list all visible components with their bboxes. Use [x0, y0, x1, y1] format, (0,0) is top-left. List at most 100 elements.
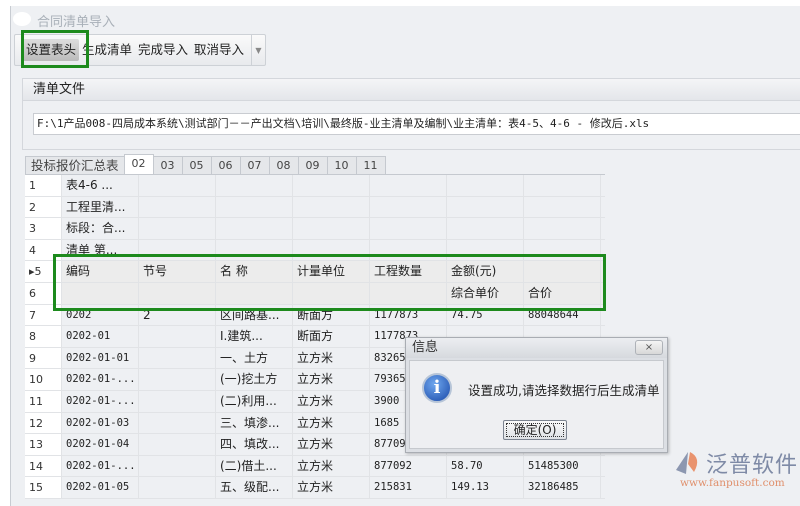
table-cell[interactable]	[447, 218, 524, 239]
table-cell[interactable]: (一)挖土方	[216, 369, 293, 390]
watermark-url: www.fanpusoft.com	[680, 477, 785, 489]
table-cell[interactable]	[524, 196, 601, 218]
tab-07[interactable]: 07	[239, 156, 270, 174]
row-number[interactable]: 3	[25, 218, 62, 239]
tab-03[interactable]: 03	[152, 156, 183, 174]
highlight-box-header-rows	[53, 254, 606, 311]
info-icon: i	[422, 373, 452, 403]
table-cell[interactable]: 0202-01-03	[62, 412, 139, 434]
table-cell[interactable]	[139, 326, 216, 347]
info-dialog: 信息 × i 设置成功,请选择数据行后生成清单 确定(O)	[405, 337, 668, 453]
table-cell[interactable]: 51485300	[524, 455, 601, 477]
table-cell[interactable]	[139, 347, 216, 369]
table-cell[interactable]	[370, 196, 447, 218]
table-cell[interactable]: 立方米	[293, 347, 370, 369]
table-cell[interactable]: 0202-01-01	[62, 347, 139, 369]
table-cell[interactable]	[139, 196, 216, 218]
table-cell[interactable]: 0202-01	[62, 326, 139, 347]
row-number[interactable]: 11	[25, 390, 62, 412]
table-cell[interactable]	[293, 175, 370, 196]
tab-05[interactable]: 05	[181, 156, 212, 174]
toolbar-dropdown-icon[interactable]: ▼	[251, 35, 265, 65]
table-cell[interactable]	[293, 218, 370, 239]
row-number[interactable]: 9	[25, 347, 62, 369]
table-cell[interactable]: 表4-6 ...	[62, 175, 139, 196]
table-cell[interactable]: 立方米	[293, 477, 370, 498]
table-cell[interactable]: (二)借土...	[216, 455, 293, 477]
row-number[interactable]: 2	[25, 196, 62, 218]
close-icon[interactable]: ×	[635, 340, 663, 355]
table-cell[interactable]	[524, 175, 601, 196]
table-cell[interactable]	[370, 218, 447, 239]
file-panel: 清单文件 F:\1产品008-四局成本系统\测试部门－－产出文档\培训\最终版-…	[22, 78, 800, 150]
table-cell[interactable]	[139, 218, 216, 239]
tab-06[interactable]: 06	[210, 156, 241, 174]
finish-import-button[interactable]: 完成导入	[135, 39, 191, 61]
table-cell[interactable]: 877092	[370, 455, 447, 477]
tab-11[interactable]: 11	[355, 156, 386, 174]
row-number[interactable]: 12	[25, 412, 62, 434]
table-row[interactable]: 2 工程里清...	[25, 196, 605, 219]
fanpu-logo-icon	[676, 452, 698, 474]
row-number[interactable]: 8	[25, 326, 62, 347]
table-cell[interactable]: 0202-01-...	[62, 390, 139, 412]
table-cell[interactable]: 149.13	[447, 477, 524, 498]
table-cell[interactable]: 立方米	[293, 412, 370, 434]
table-cell[interactable]	[216, 175, 293, 196]
table-cell[interactable]	[139, 455, 216, 477]
table-cell[interactable]: 立方米	[293, 455, 370, 477]
dialog-body: i 设置成功,请选择数据行后生成清单 确定(O)	[409, 360, 664, 449]
table-cell[interactable]: 五、级配...	[216, 477, 293, 498]
table-cell[interactable]: 一、土方	[216, 347, 293, 369]
table-cell[interactable]	[139, 369, 216, 390]
table-cell[interactable]	[293, 196, 370, 218]
table-cell[interactable]	[370, 175, 447, 196]
row-number[interactable]: 1	[25, 175, 62, 196]
table-cell[interactable]: (二)利用...	[216, 390, 293, 412]
table-cell[interactable]: 标段：合...	[62, 218, 139, 239]
table-cell[interactable]: 立方米	[293, 434, 370, 455]
tab-10[interactable]: 10	[326, 156, 357, 174]
dialog-title: 信息	[406, 338, 667, 358]
table-cell[interactable]	[216, 218, 293, 239]
table-cell[interactable]: 工程里清...	[62, 196, 139, 218]
table-cell[interactable]: 断面方	[293, 326, 370, 347]
table-cell[interactable]: 0202-01-05	[62, 477, 139, 498]
table-cell[interactable]	[139, 434, 216, 455]
tab-02[interactable]: 02	[123, 154, 154, 174]
ok-button[interactable]: 确定(O)	[503, 420, 567, 440]
table-row[interactable]: 1 表4-6 ...	[25, 175, 605, 197]
table-cell[interactable]	[447, 196, 524, 218]
table-cell[interactable]	[139, 412, 216, 434]
tab-09[interactable]: 09	[297, 156, 328, 174]
table-row[interactable]: 14 0202-01-... (二)借土... 立方米 877092 58.70 51485…	[25, 455, 605, 478]
table-cell[interactable]	[216, 196, 293, 218]
tab-summary[interactable]: 投标报价汇总表	[25, 156, 125, 174]
table-cell[interactable]	[447, 175, 524, 196]
table-cell[interactable]	[139, 390, 216, 412]
tab-08[interactable]: 08	[268, 156, 299, 174]
cancel-import-button[interactable]: 取消导入	[191, 39, 247, 61]
row-number[interactable]: 15	[25, 477, 62, 498]
table-cell[interactable]: 0202-01-...	[62, 369, 139, 390]
table-cell[interactable]: 四、填改...	[216, 434, 293, 455]
sheet-tabs: 投标报价汇总表 02 03 05 06 07 08 09 10 11	[25, 154, 386, 174]
watermark-logo: 泛普软件 www.fanpusoft.com	[670, 447, 800, 496]
row-number[interactable]: 13	[25, 434, 62, 455]
table-cell[interactable]: 0202-01-04	[62, 434, 139, 455]
row-number[interactable]: 10	[25, 369, 62, 390]
table-row[interactable]: 3 标段：合...	[25, 218, 605, 240]
row-number[interactable]: 14	[25, 455, 62, 477]
table-cell[interactable]: 32186485	[524, 477, 601, 498]
table-cell[interactable]: 215831	[370, 477, 447, 498]
table-cell[interactable]: 立方米	[293, 390, 370, 412]
table-cell[interactable]: 三、填渗...	[216, 412, 293, 434]
table-cell[interactable]	[524, 218, 601, 239]
table-cell[interactable]: 58.70	[447, 455, 524, 477]
table-cell[interactable]	[139, 477, 216, 498]
table-cell[interactable]: Ⅰ.建筑...	[216, 326, 293, 347]
table-cell[interactable]: 立方米	[293, 369, 370, 390]
table-cell[interactable]	[139, 175, 216, 196]
file-path-field[interactable]: F:\1产品008-四局成本系统\测试部门－－产出文档\培训\最终版-业主清单及…	[33, 113, 800, 135]
table-cell[interactable]: 0202-01-...	[62, 455, 139, 477]
